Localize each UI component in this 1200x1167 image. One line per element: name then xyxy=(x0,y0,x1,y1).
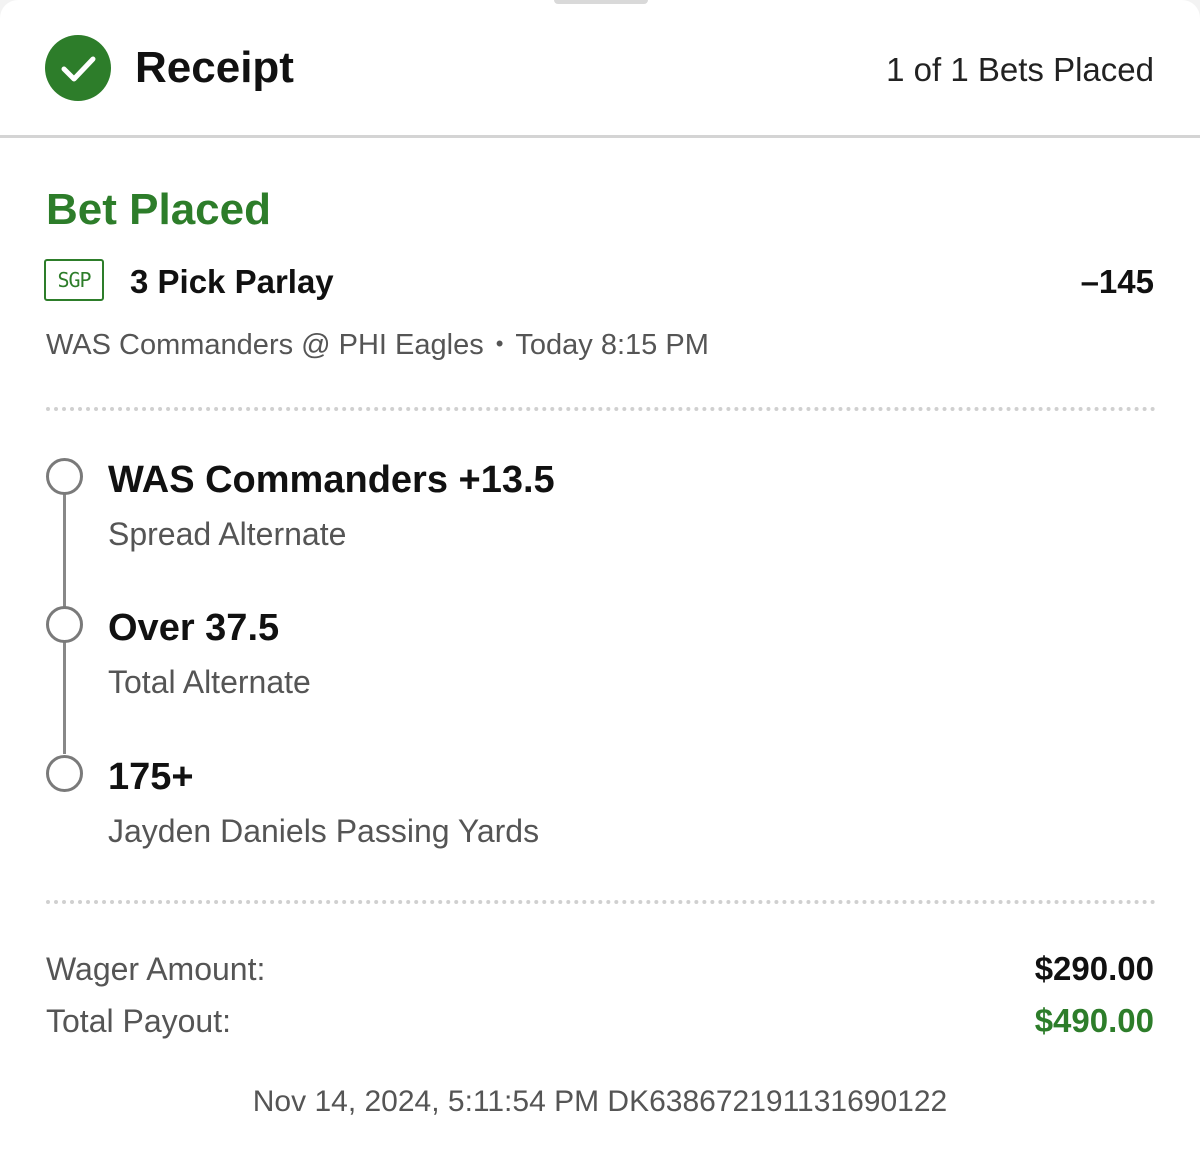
leg-market: Jayden Daniels Passing Yards xyxy=(108,813,540,849)
page-title: Receipt xyxy=(135,43,294,92)
matchup-text: WAS Commanders @ PHI Eagles xyxy=(46,329,484,361)
total-payout-label: Total Payout: xyxy=(46,1003,231,1039)
receipt-sheet: Receipt 1 of 1 Bets Placed Bet Placed SG… xyxy=(0,0,1200,1167)
divider xyxy=(46,900,1156,904)
separator-dot: • xyxy=(495,331,504,356)
leg-node-icon xyxy=(46,606,83,643)
leg-node-icon xyxy=(46,755,83,792)
event-info: WAS Commanders @ PHI Eagles • Today 8:15 P… xyxy=(46,326,709,363)
total-payout-value: $490.00 xyxy=(1034,1002,1154,1039)
receipt-timestamp-id: Nov 14, 2024, 5:11:54 PM DK6386721911316… xyxy=(252,1085,948,1118)
wager-amount-label: Wager Amount: xyxy=(46,951,266,987)
leg-market: Total Alternate xyxy=(108,664,311,700)
bets-placed-count: 1 of 1 Bets Placed xyxy=(886,51,1154,88)
check-circle-icon xyxy=(45,35,111,101)
divider xyxy=(46,407,1156,411)
wager-amount-value: $290.00 xyxy=(1034,950,1154,987)
event-time: Today 8:15 PM xyxy=(515,329,709,361)
leg-pick: 175+ xyxy=(108,756,194,798)
bet-type: 3 Pick Parlay xyxy=(130,263,334,300)
receipt-header: Receipt 1 of 1 Bets Placed xyxy=(0,0,1200,138)
bet-odds: –145 xyxy=(1080,263,1154,300)
leg-pick: Over 37.5 xyxy=(108,607,280,649)
leg-node-icon xyxy=(46,458,83,495)
leg-market: Spread Alternate xyxy=(108,516,347,552)
leg-pick: WAS Commanders +13.5 xyxy=(108,459,555,501)
sgp-badge: SGP xyxy=(44,259,104,301)
bet-status: Bet Placed xyxy=(46,185,271,234)
